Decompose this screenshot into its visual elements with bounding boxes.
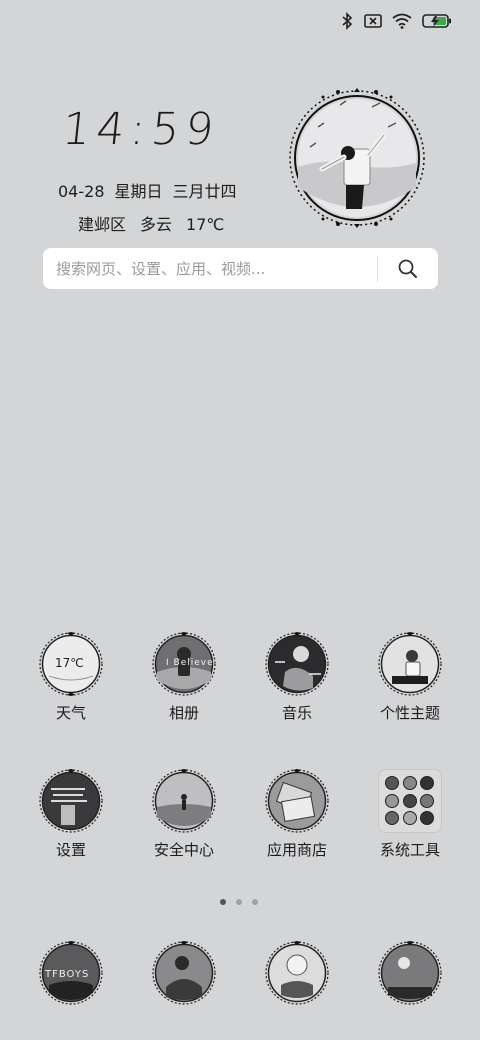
dock-app-2-icon[interactable]	[152, 941, 216, 1005]
app-security[interactable]: 安全中心	[134, 769, 234, 860]
app-label: 天气	[55, 704, 86, 722]
bluetooth-icon	[342, 12, 353, 30]
music-app-icon	[265, 632, 329, 696]
photo-widget[interactable]	[288, 87, 426, 229]
app-gallery[interactable]: I Believe 相册	[134, 632, 234, 723]
search-button[interactable]	[378, 248, 438, 289]
page-dot[interactable]	[252, 899, 258, 905]
dock-app-4-icon[interactable]	[378, 941, 442, 1005]
settings-app-icon	[39, 769, 103, 833]
dock: TFBOYS	[0, 941, 480, 1040]
app-label: 系统工具	[379, 841, 440, 859]
search-bar[interactable]: 搜索网页、设置、应用、视频...	[43, 248, 438, 289]
folder-icon	[378, 769, 442, 833]
app-themes[interactable]: 个性主题	[360, 632, 460, 723]
weather-line[interactable]: 建邺区 多云 17℃	[78, 211, 224, 235]
dock-app-1-icon[interactable]: TFBOYS	[39, 941, 103, 1005]
lunar-date-text: 三月廿四	[172, 182, 237, 201]
dock-app-1-badge: TFBOYS	[45, 969, 90, 980]
weather-app-icon: 17℃	[39, 632, 103, 696]
page-dot[interactable]	[220, 899, 226, 905]
battery-charging-icon	[422, 14, 451, 28]
app-label: 音乐	[281, 704, 312, 722]
dock-app-3-icon[interactable]	[265, 941, 329, 1005]
security-app-icon	[152, 769, 216, 833]
app-label: 设置	[55, 841, 86, 859]
date-text: 04-28	[58, 182, 105, 201]
wifi-icon	[392, 13, 412, 29]
app-store[interactable]: 应用商店	[247, 769, 347, 860]
app-system-tools[interactable]: 系统工具	[360, 769, 460, 860]
search-icon	[398, 259, 417, 278]
gallery-app-icon: I Believe	[152, 632, 216, 696]
weather-temp-badge: 17℃	[55, 656, 84, 670]
app-music[interactable]: 音乐	[247, 632, 347, 723]
weekday-text: 星期日	[114, 182, 163, 201]
district-text: 建邺区	[78, 215, 127, 234]
themes-app-icon	[378, 632, 442, 696]
page-indicator[interactable]	[220, 899, 258, 905]
temperature-text: 17℃	[186, 215, 225, 234]
no-sim-icon	[364, 14, 382, 28]
app-store-icon	[265, 769, 329, 833]
status-bar	[340, 10, 452, 32]
app-label: 安全中心	[153, 841, 214, 859]
app-label: 个性主题	[379, 704, 440, 722]
weather-condition-text: 多云	[140, 215, 173, 234]
app-weather[interactable]: 17℃ 天气	[21, 632, 121, 723]
clock-time[interactable]: 14:59	[59, 104, 235, 164]
date-line: 04-28 星期日 三月廿四	[58, 178, 247, 202]
app-settings[interactable]: 设置	[21, 769, 121, 860]
app-label: 相册	[168, 704, 199, 722]
search-input[interactable]: 搜索网页、设置、应用、视频...	[43, 258, 377, 279]
app-label: 应用商店	[266, 841, 327, 859]
gallery-badge: I Believe	[166, 658, 214, 668]
page-dot[interactable]	[236, 899, 242, 905]
